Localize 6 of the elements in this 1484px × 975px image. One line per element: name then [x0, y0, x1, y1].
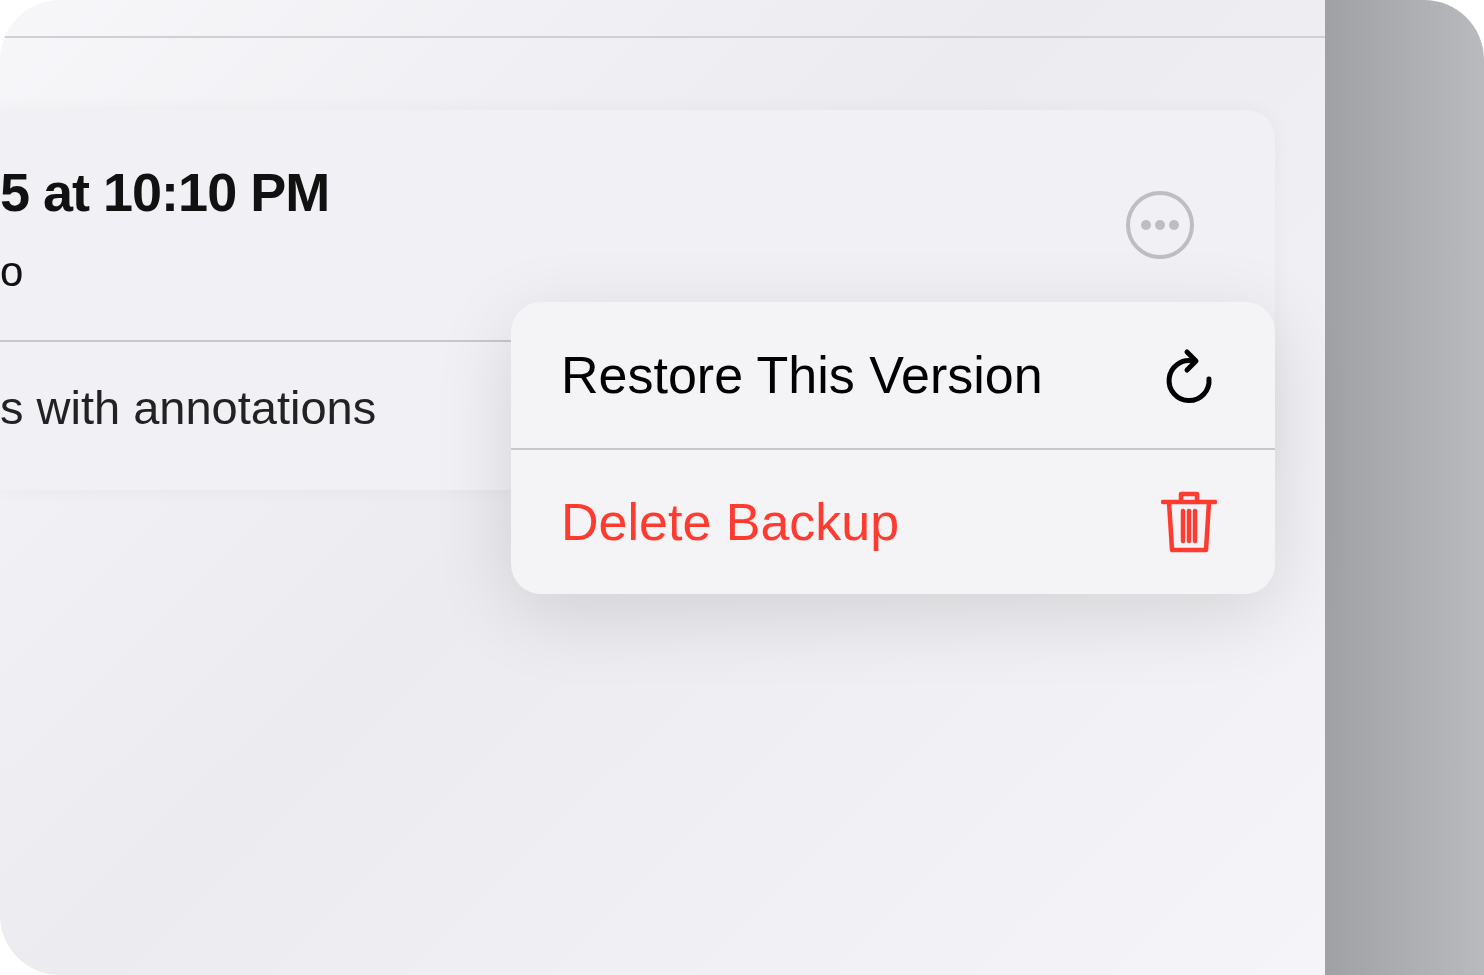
backup-description: s with annotations [0, 381, 377, 434]
more-icon[interactable] [1125, 190, 1195, 260]
trash-icon [1161, 489, 1217, 555]
menu-item[interactable]: Restore This Version [511, 302, 1275, 448]
backup-date: 5 at 10:10 PM [0, 161, 330, 224]
backup-subtitle: o [0, 247, 25, 297]
